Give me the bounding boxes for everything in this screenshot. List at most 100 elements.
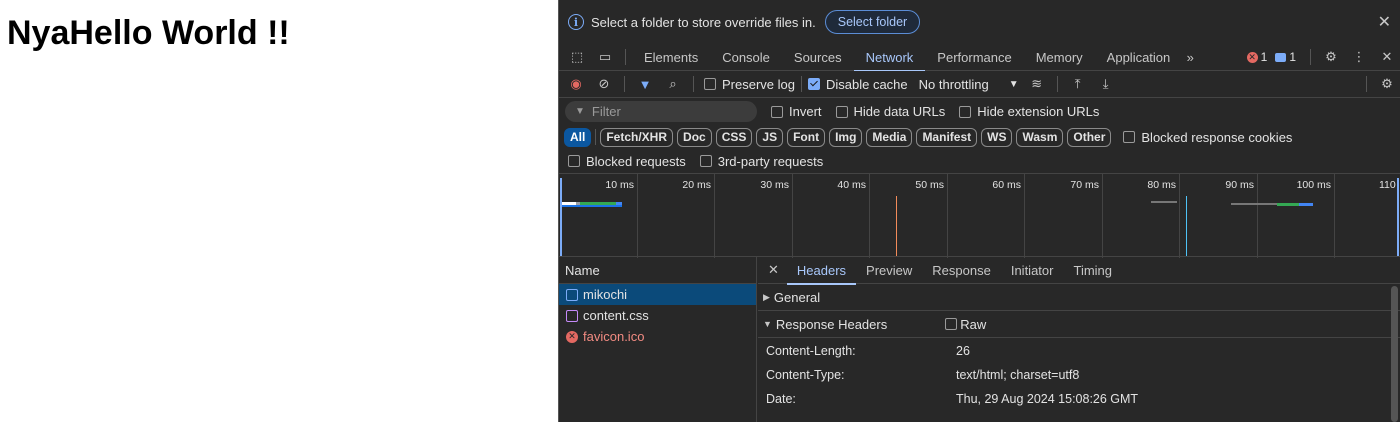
timeline-start-handle[interactable] [560,178,562,256]
request-row[interactable]: ✕ favicon.ico [559,326,756,347]
timeline-tick-label: 80 ms [1147,179,1176,191]
import-har-icon[interactable]: ⤒ [1064,71,1092,98]
document-icon [566,288,578,301]
timeline-load-event-line [896,196,897,256]
page-heading: NyaHello World !! [7,14,290,52]
tab-timing[interactable]: Timing [1063,257,1122,284]
chip-fetch-xhr[interactable]: Fetch/XHR [600,127,674,147]
request-name: mikochi [583,287,628,302]
tab-elements[interactable]: Elements [632,44,710,71]
network-conditions-icon[interactable]: ≋ [1023,71,1051,98]
select-folder-button[interactable]: Select folder [824,10,921,34]
raw-label: Raw [960,316,987,332]
timeline-request-bar [1299,203,1313,206]
settings-gear-icon[interactable]: ⚙ [1317,44,1345,71]
throttling-value: No throttling [918,76,989,92]
timeline-gridline [1024,174,1025,258]
third-party-requests-checkbox[interactable]: 3rd-party requests [699,154,823,169]
search-icon[interactable]: ⌕ [659,71,687,98]
raw-checkbox[interactable]: Raw [945,317,986,332]
header-key: Content-Type: [766,368,845,382]
timeline-tick-label: 90 ms [1225,179,1254,191]
tab-preview[interactable]: Preview [856,257,922,284]
divider [1366,76,1367,92]
filter-placeholder: Filter [591,104,621,119]
close-detail-icon[interactable]: ✕ [758,257,787,284]
chip-all[interactable]: All [564,127,592,147]
preserve-log-checkbox[interactable]: Preserve log [704,77,795,92]
request-name: favicon.ico [583,329,645,344]
clear-icon[interactable]: ⊘ [590,71,618,98]
chip-font[interactable]: Font [787,127,826,147]
triangle-down-icon: ▼ [763,319,772,329]
chip-manifest[interactable]: Manifest [916,127,978,147]
chip-img[interactable]: Img [829,127,863,147]
message-icon [1275,52,1287,62]
request-list: Name mikochi content.css ✕ favicon.ico [559,257,757,422]
timeline-tick-label: 20 ms [682,179,711,191]
close-banner-icon[interactable]: ✕ [1378,12,1391,32]
stop-recording-icon[interactable]: ◉ [562,71,590,98]
detail-scrollbar[interactable] [1391,286,1398,422]
hide-data-urls-checkbox[interactable]: Hide data URLs [835,104,945,119]
timeline-tick-label: 60 ms [992,179,1021,191]
filter-input[interactable]: ▼ Filter [565,101,757,122]
hide-extension-urls-checkbox[interactable]: Hide extension URLs [959,104,1099,119]
request-detail-pane: ✕ Headers Preview Response Initiator Tim… [758,257,1400,422]
chip-ws[interactable]: WS [981,127,1013,147]
tab-network[interactable]: Network [853,44,926,72]
divider [595,129,597,145]
inspect-element-icon[interactable]: ⬚ [563,44,591,71]
more-options-icon[interactable]: ⋮ [1345,44,1373,71]
response-headers-section-header[interactable]: ▼ Response Headers Raw [758,311,1400,338]
tab-console[interactable]: Console [710,44,782,71]
timeline-request-bar [1231,203,1277,205]
export-har-icon[interactable]: ⤓ [1092,71,1120,98]
main-tab-bar: ⬚ ▭ Elements Console Sources Network Per… [559,44,1400,72]
request-name: content.css [583,308,649,323]
chip-css[interactable]: CSS [715,127,753,147]
header-value: 26 [956,344,970,358]
tab-sources[interactable]: Sources [782,44,854,71]
message-count-badge[interactable]: 1 [1275,50,1296,64]
filter-icon[interactable]: ▼ [631,71,659,98]
general-section-header[interactable]: ▶ General [758,284,1400,311]
request-details-area: Name mikochi content.css ✕ favicon.ico ✕… [559,257,1400,422]
timeline-gridline [637,174,638,258]
stylesheet-icon [566,309,578,322]
timeline-end-handle[interactable] [1397,178,1399,256]
blocked-filter-row: Blocked requests 3rd-party requests [559,149,1400,173]
error-circle-icon: ✕ [566,330,578,343]
network-toolbar: ◉ ⊘ ▼ ⌕ Preserve log Disable cache No th… [559,71,1400,98]
timeline-request-bar [1151,201,1177,203]
tab-headers[interactable]: Headers [786,257,857,285]
chip-doc[interactable]: Doc [677,127,712,147]
network-settings-gear-icon[interactable]: ⚙ [1373,71,1400,98]
triangle-right-icon: ▶ [763,291,770,302]
chip-media[interactable]: Media [866,127,913,147]
blocked-response-cookies-checkbox[interactable]: Blocked response cookies [1123,130,1292,145]
name-column-header[interactable]: Name [559,257,756,284]
chip-other[interactable]: Other [1067,127,1112,147]
throttling-select[interactable]: No throttling ▼ [919,77,1019,92]
tab-performance[interactable]: Performance [925,44,1023,71]
timeline-tick-label: 70 ms [1070,179,1099,191]
invert-checkbox[interactable]: Invert [771,104,822,119]
tab-response[interactable]: Response [922,257,1001,284]
tab-application[interactable]: Application [1095,44,1183,71]
blocked-requests-checkbox[interactable]: Blocked requests [568,154,686,169]
device-toolbar-icon[interactable]: ▭ [591,44,619,71]
chip-js[interactable]: JS [756,127,784,147]
request-row[interactable]: mikochi [559,284,756,305]
timeline-gridline [714,174,715,258]
error-count-badge[interactable]: ✕ 1 [1246,50,1267,64]
tab-initiator[interactable]: Initiator [1001,257,1064,284]
checkbox-icon [771,105,783,118]
disable-cache-checkbox[interactable]: Disable cache [807,77,908,92]
tab-memory[interactable]: Memory [1024,44,1095,71]
network-timeline-overview[interactable]: 10 ms 20 ms 30 ms 40 ms 50 ms 60 ms 70 m… [559,173,1400,258]
message-count: 1 [1289,50,1296,64]
request-row[interactable]: content.css [559,305,756,326]
close-devtools-icon[interactable]: ✕ [1373,44,1400,71]
chip-wasm[interactable]: Wasm [1016,127,1064,147]
